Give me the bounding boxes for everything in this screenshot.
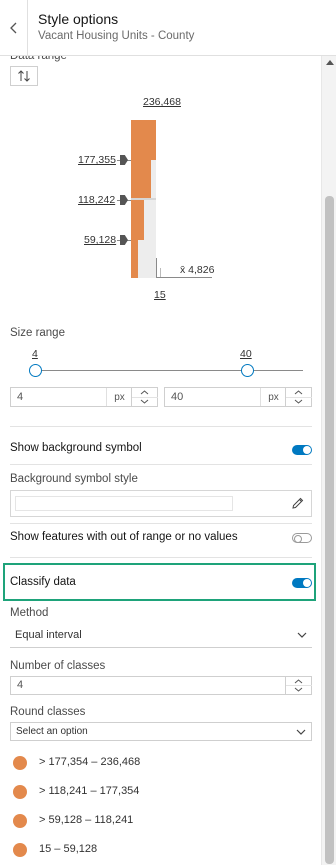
round-classes-select[interactable]: Select an option bbox=[10, 722, 312, 741]
chevron-down-icon[interactable] bbox=[140, 399, 149, 404]
classify-data-label: Classify data bbox=[10, 576, 76, 588]
divider bbox=[10, 557, 312, 558]
size-min-handle-label: 4 bbox=[32, 348, 38, 360]
average-label: x̄ 4,826 bbox=[180, 264, 215, 276]
show-out-of-range-toggle[interactable] bbox=[292, 533, 312, 543]
handle-value-2[interactable]: 118,242 bbox=[78, 194, 115, 206]
show-background-symbol-toggle[interactable] bbox=[292, 445, 312, 455]
class-bar-3 bbox=[131, 200, 144, 240]
class-break-item[interactable]: > 118,241 – 177,354 bbox=[10, 782, 310, 802]
class-bar-1 bbox=[131, 120, 156, 160]
chevron-down-icon[interactable] bbox=[294, 687, 303, 692]
histogram-baseline bbox=[156, 277, 212, 278]
max-size-value: 40 bbox=[171, 391, 184, 403]
class-break-label: 15 – 59,128 bbox=[39, 843, 98, 855]
divider bbox=[10, 426, 312, 427]
classify-data-toggle[interactable] bbox=[292, 578, 312, 588]
chevron-down-icon bbox=[297, 632, 307, 638]
divider bbox=[10, 523, 312, 524]
size-slider-track bbox=[30, 370, 303, 371]
handle-value-1[interactable]: 177,355 bbox=[78, 154, 116, 166]
scroll-up-arrow[interactable] bbox=[326, 60, 334, 65]
histogram-spike bbox=[160, 268, 161, 277]
method-select[interactable]: Equal interval bbox=[10, 622, 312, 648]
class-symbol bbox=[13, 814, 27, 828]
panel-scrollbar[interactable] bbox=[321, 56, 336, 865]
panel-header: Style options Vacant Housing Units - Cou… bbox=[0, 0, 336, 56]
class-break-label: > 59,128 – 118,241 bbox=[39, 814, 134, 826]
range-handle-2[interactable] bbox=[120, 195, 128, 205]
round-classes-placeholder: Select an option bbox=[16, 726, 88, 737]
class-break-item[interactable]: > 177,354 – 236,468 bbox=[10, 753, 310, 773]
range-handle-3[interactable] bbox=[120, 235, 128, 245]
round-classes-label: Round classes bbox=[10, 706, 86, 718]
chevron-up-icon[interactable] bbox=[140, 390, 149, 395]
number-of-classes-label: Number of classes bbox=[10, 660, 106, 672]
number-of-classes-input[interactable]: 4 bbox=[10, 676, 312, 695]
class-bar-4 bbox=[131, 240, 138, 278]
chevron-down-icon bbox=[296, 729, 306, 735]
number-of-classes-value: 4 bbox=[17, 679, 24, 691]
class-symbol bbox=[13, 756, 27, 770]
max-size-stepper[interactable] bbox=[285, 388, 312, 406]
show-out-of-range-label: Show features with out of range or no va… bbox=[10, 531, 238, 543]
range-min-label[interactable]: 15 bbox=[154, 289, 166, 301]
class-break-item[interactable]: 15 – 59,128 bbox=[10, 840, 310, 860]
class-symbol bbox=[13, 785, 27, 799]
show-background-symbol-label: Show background symbol bbox=[10, 442, 142, 454]
min-size-value: 4 bbox=[17, 391, 24, 403]
range-handle-1[interactable] bbox=[120, 155, 128, 165]
class-bar-2 bbox=[131, 160, 151, 198]
symbol-preview bbox=[15, 496, 233, 511]
panel-title: Style options bbox=[38, 11, 119, 27]
chevron-down-icon[interactable] bbox=[294, 399, 303, 404]
min-size-unit: px bbox=[106, 388, 132, 406]
sort-button[interactable] bbox=[10, 66, 38, 86]
histogram-line bbox=[156, 258, 157, 278]
size-slider-min-knob[interactable] bbox=[29, 364, 42, 377]
back-button[interactable] bbox=[0, 0, 28, 56]
panel-subtitle: Vacant Housing Units - County bbox=[38, 30, 195, 42]
chevron-up-icon[interactable] bbox=[294, 390, 303, 395]
max-size-unit: px bbox=[260, 388, 286, 406]
size-range-label: Size range bbox=[10, 327, 65, 339]
handle-value-3[interactable]: 59,128 bbox=[84, 234, 116, 246]
range-max-label[interactable]: 236,468 bbox=[143, 96, 181, 108]
background-symbol-style-field[interactable] bbox=[10, 490, 312, 517]
min-size-stepper[interactable] bbox=[131, 388, 158, 406]
method-value: Equal interval bbox=[15, 629, 82, 641]
min-size-input[interactable]: 4 px bbox=[10, 387, 158, 407]
chevron-up-icon[interactable] bbox=[294, 679, 303, 684]
size-slider-max-knob[interactable] bbox=[241, 364, 254, 377]
method-label: Method bbox=[10, 607, 49, 619]
background-symbol-style-label: Background symbol style bbox=[10, 473, 138, 485]
max-size-input[interactable]: 40 px bbox=[164, 387, 312, 407]
scroll-thumb[interactable] bbox=[325, 196, 334, 864]
number-of-classes-stepper[interactable] bbox=[285, 677, 312, 694]
class-symbol bbox=[13, 843, 27, 857]
size-max-handle-label: 40 bbox=[240, 348, 252, 360]
class-break-label: > 177,354 – 236,468 bbox=[39, 756, 141, 768]
sort-arrows-icon bbox=[18, 70, 30, 82]
pencil-icon[interactable] bbox=[291, 496, 305, 510]
divider bbox=[10, 464, 312, 465]
class-break-item[interactable]: > 59,128 – 118,241 bbox=[10, 811, 310, 831]
class-break-label: > 118,241 – 177,354 bbox=[39, 785, 140, 797]
chevron-left-icon bbox=[9, 22, 16, 34]
